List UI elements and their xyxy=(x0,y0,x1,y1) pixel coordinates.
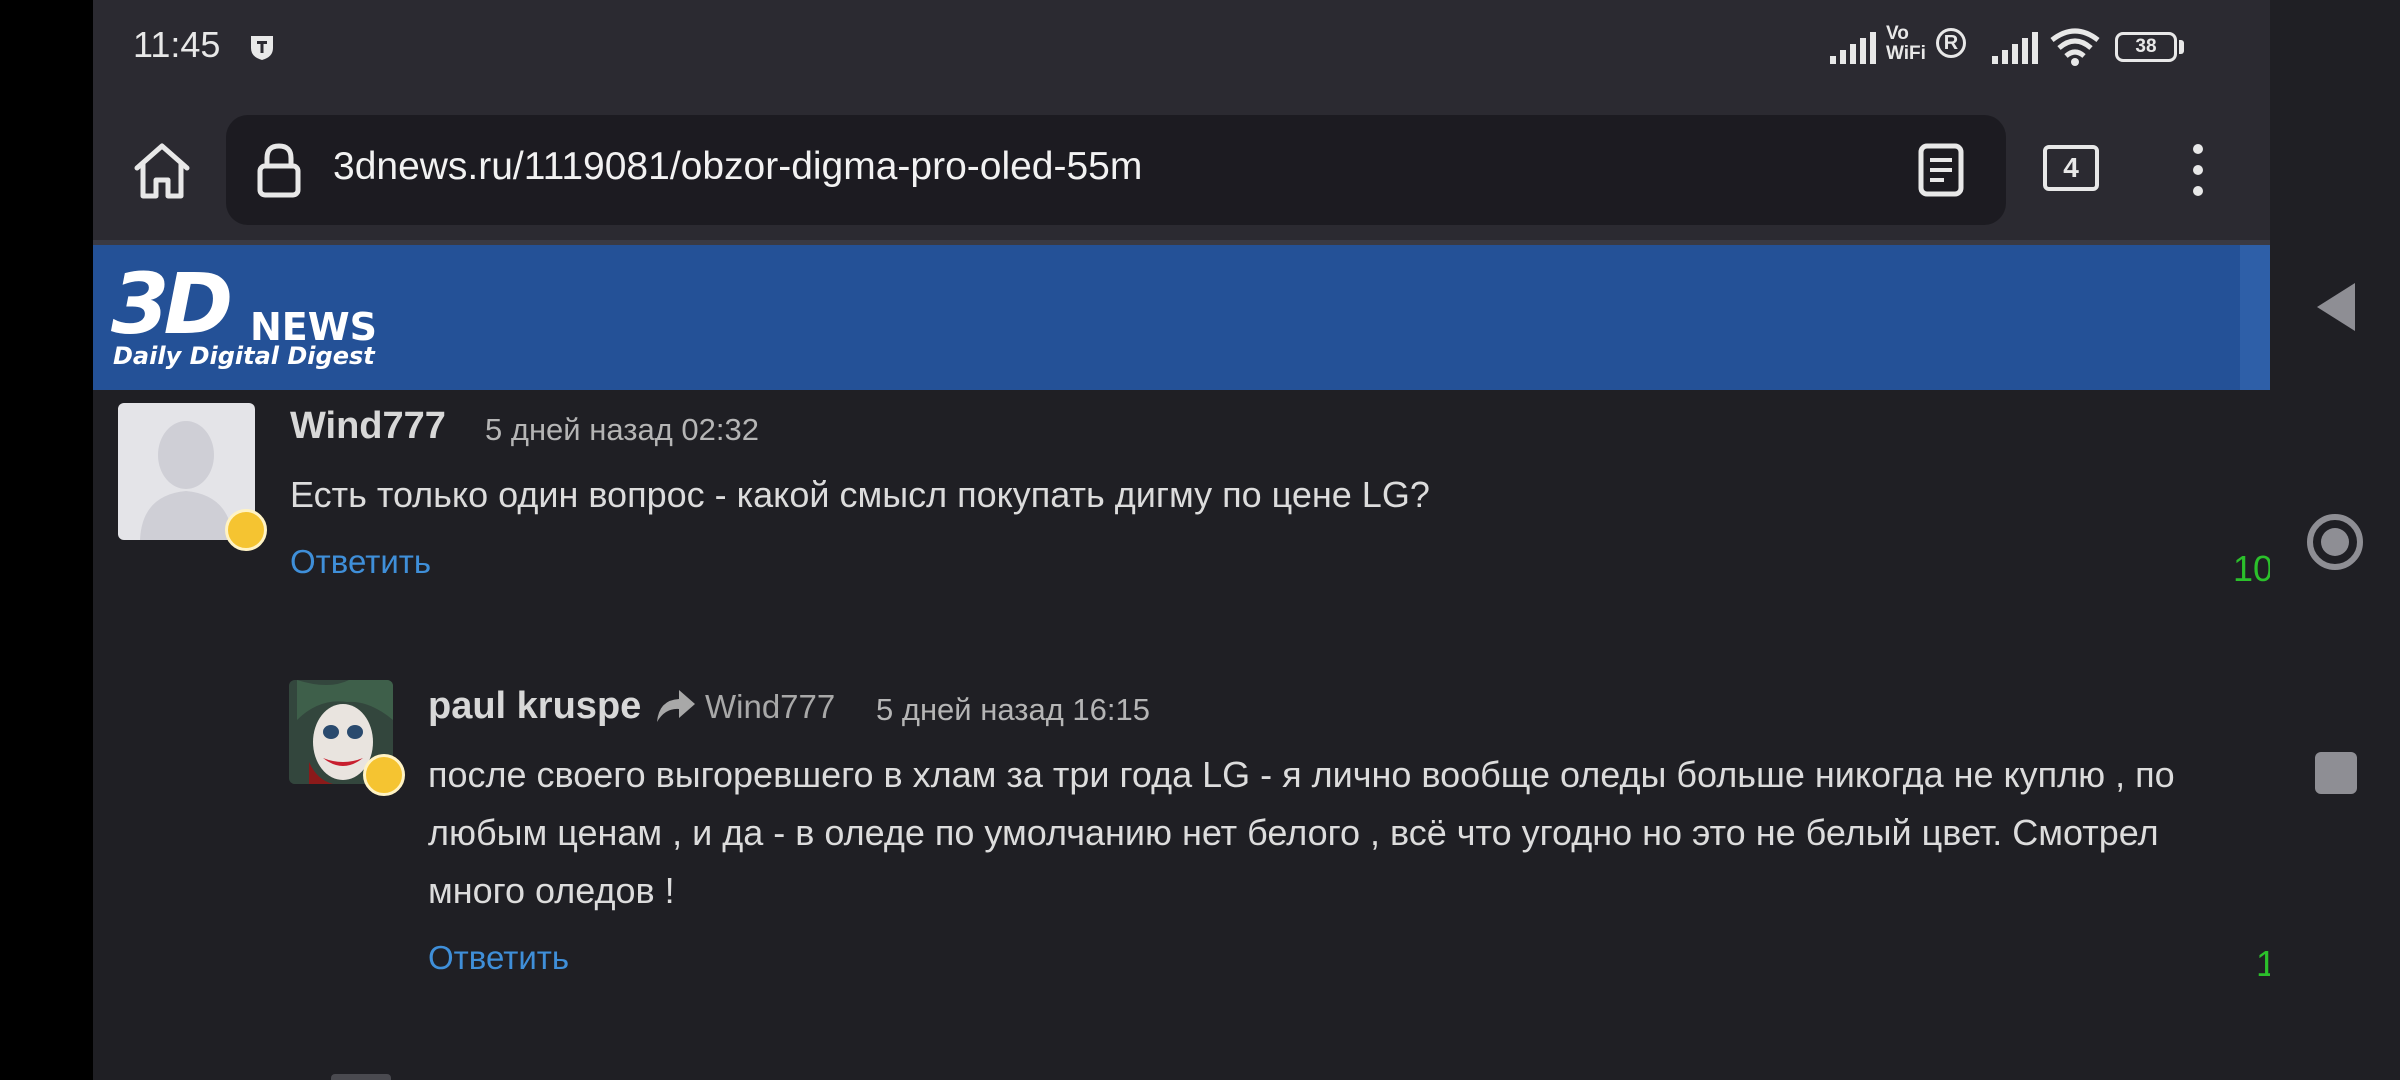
reply-button[interactable]: Ответить xyxy=(428,939,569,977)
reply-arrow-icon xyxy=(657,690,695,722)
recents-icon[interactable] xyxy=(2315,752,2357,794)
url-text[interactable]: 3dnews.ru/1119081/obzor-digma-pro-oled-5… xyxy=(333,145,1142,189)
lock-icon[interactable] xyxy=(256,142,302,198)
next-comment-avatar xyxy=(331,1074,391,1080)
roaming-label: R xyxy=(1943,32,1959,54)
battery-icon: 38 xyxy=(2115,32,2177,62)
browser-screen: 11:45 Vo WiFi R 38 3dnews.ru/1119081/obz… xyxy=(93,0,2270,1080)
roaming-icon: R xyxy=(1936,28,1966,58)
home-icon[interactable] xyxy=(131,140,193,202)
comment-time[interactable]: 5 дней назад 02:32 xyxy=(485,412,759,448)
user-badge-icon xyxy=(363,754,405,796)
home-button-icon[interactable] xyxy=(2306,513,2364,571)
site-logo-news[interactable]: NEWS xyxy=(250,308,377,346)
status-bar: 11:45 Vo WiFi R 38 xyxy=(93,0,2270,100)
reader-mode-icon[interactable] xyxy=(1916,143,1966,197)
signal-icon xyxy=(1830,32,1876,64)
header-edge xyxy=(2240,245,2270,390)
site-header xyxy=(93,245,2270,390)
back-icon[interactable] xyxy=(2317,283,2355,331)
status-time: 11:45 xyxy=(133,24,221,65)
reply-button[interactable]: Ответить xyxy=(290,543,431,581)
comment-time[interactable]: 5 дней назад 16:15 xyxy=(876,692,1150,728)
comment-score: 10 xyxy=(2233,548,2270,589)
menu-more-icon[interactable] xyxy=(2191,142,2205,198)
comment-score: 1 xyxy=(2256,943,2270,984)
volte-wifi-label: Vo WiFi xyxy=(1886,23,1926,64)
tab-count: 4 xyxy=(2063,152,2079,183)
comment-text: Есть только один вопрос - какой смысл по… xyxy=(290,474,1430,515)
comment-author[interactable]: paul kruspe xyxy=(428,685,641,728)
comment-author[interactable]: Wind777 xyxy=(290,405,446,448)
site-tagline: Daily Digital Digest xyxy=(113,342,375,370)
signal-icon-2 xyxy=(1992,32,2038,64)
system-nav-bar xyxy=(2270,0,2400,1080)
battery-tip xyxy=(2179,40,2184,54)
site-logo[interactable]: 3D xyxy=(111,262,233,346)
comment-text: после своего выгоревшего в хлам за три г… xyxy=(428,754,2175,911)
vpn-shield-icon xyxy=(251,36,273,60)
battery-level: 38 xyxy=(2135,36,2157,57)
tabs-button[interactable]: 4 xyxy=(2043,145,2099,191)
user-badge-icon xyxy=(225,509,267,551)
wifi-icon xyxy=(2050,28,2100,66)
reply-to-user[interactable]: Wind777 xyxy=(705,688,835,726)
